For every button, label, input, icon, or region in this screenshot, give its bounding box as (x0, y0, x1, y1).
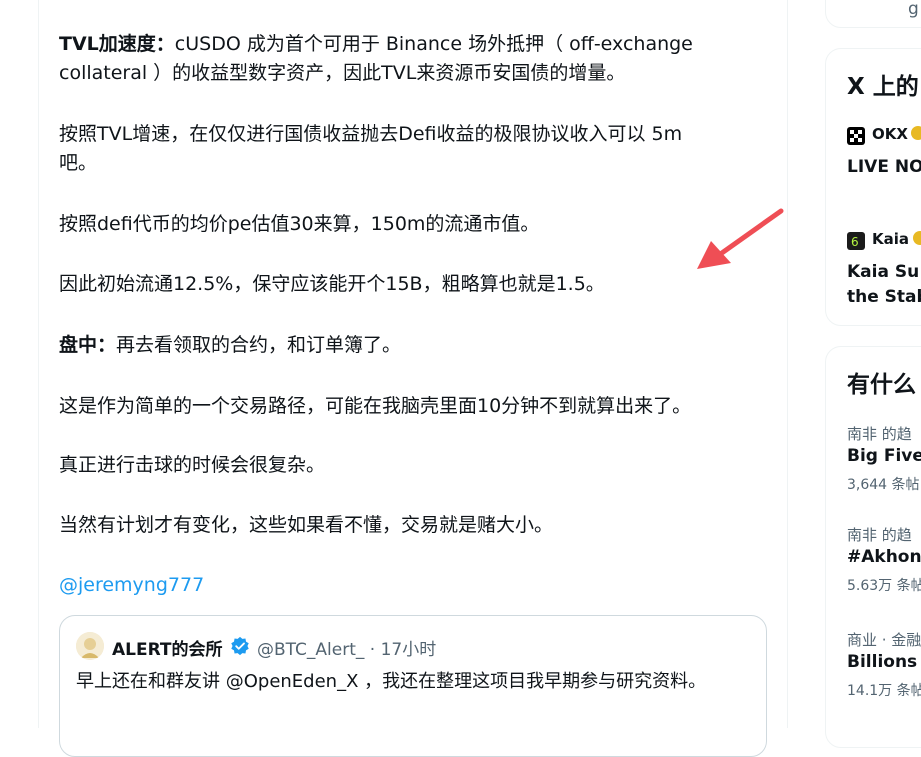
account-name: OKX (872, 125, 908, 143)
annotation-arrow (697, 208, 784, 269)
trend-title: Big Five (847, 446, 921, 466)
trend-count: 14.1万 条帖 (847, 683, 921, 699)
live-card-heading: X 上的 (847, 74, 919, 100)
sidebar-top-card[interactable]: g (825, 0, 921, 28)
post-text-line: 再去看领取的合约，和订单簿了。 (116, 334, 402, 356)
quoted-post-card[interactable]: ALERT的会所 @BTC_Alert_ · 17小时 早上还在和群友讲 @Op… (59, 615, 767, 757)
sidebar-top-text: g (908, 0, 919, 19)
post-bold-label: 盘中： (59, 334, 117, 356)
trend-item[interactable]: 南非 的趋 Big Five 3,644 条帖 (826, 419, 921, 499)
verified-badge-icon (231, 636, 249, 656)
post-bold-label: TVL加速度： (59, 33, 175, 55)
trend-item[interactable]: 南非 的趋 #Akhona 5.63万 条帖 (826, 520, 921, 600)
trends-heading: 有什么 (847, 372, 916, 398)
quote-author-name[interactable]: ALERT的会所 (112, 635, 223, 660)
post-paragraph-2: 按照TVL增速，在仅仅进行国债收益抛去Defi收益的极限协议收入可以 5m 吧。 (59, 120, 769, 178)
post-paragraph-3: 按照defi代币的均价pe估值30来算，150m的流通市值。 (59, 213, 540, 235)
post-text-line: 按照TVL增速，在仅仅进行国债收益抛去Defi收益的极限协议收入可以 5m (59, 123, 683, 145)
avatar[interactable] (76, 632, 104, 660)
trend-category: 商业 · 金融 (847, 631, 921, 649)
avatar-image (76, 632, 104, 660)
post-text-line: collateral ）的收益型数字资产，因此TVL来资源币安国债的增量。 (59, 62, 626, 84)
post-text-line: 吧。 (59, 152, 98, 174)
gold-verified-icon (913, 231, 921, 245)
trend-count: 5.63万 条帖 (847, 578, 921, 594)
main-column: TVL加速度：cUSDO 成为首个可用于 Binance 场外抵押（ off-e… (38, 0, 788, 757)
post-paragraph-7: 真正进行击球的时候会很复杂。 (59, 454, 326, 476)
post-paragraph-6: 这是作为简单的一个交易路径，可能在我脑壳里面10分钟不到就算出来了。 (59, 395, 692, 417)
trends-card: 有什么 南非 的趋 Big Five 3,644 条帖 南非 的趋 #Akhon… (825, 346, 921, 748)
okx-logo-icon (847, 127, 865, 145)
live-item-okx[interactable]: OKX LIVE NO (847, 124, 921, 214)
gold-verified-icon (911, 126, 921, 140)
post-paragraph-4: 因此初始流通12.5%，保守应该能开个15B，粗略算也就是1.5。 (59, 273, 605, 295)
live-item-text: LIVE NO (847, 157, 921, 177)
trend-count: 3,644 条帖 (847, 477, 920, 493)
mention-link[interactable]: @jeremyng777 (59, 571, 769, 600)
post-text-line: cUSDO 成为首个可用于 Binance 场外抵押（ off-exchange (174, 33, 693, 55)
trend-item[interactable]: 商业 · 金融 Billions 14.1万 条帖 (826, 625, 921, 705)
kaia-logo-icon: 6 (847, 232, 865, 250)
quote-text: 早上还在和群友讲 @OpenEden_X ，我还在整理这项目我早期参与研究资料。 (76, 671, 707, 692)
post-paragraph-5: 盘中：再去看领取的合约，和订单簿了。 (59, 331, 769, 360)
live-item-kaia[interactable]: 6 Kaia Kaia Su the Stab (847, 229, 921, 319)
post-paragraph-8: 当然有计划才有变化，这些如果看不懂，交易就是赌大小。 (59, 514, 554, 536)
quote-author-handle[interactable]: @BTC_Alert_ · 17小时 (257, 635, 436, 660)
live-item-text: Kaia Su (847, 262, 920, 282)
svg-text:6: 6 (851, 235, 859, 249)
trend-title: #Akhona (847, 547, 921, 567)
trend-category: 南非 的趋 (847, 526, 912, 544)
live-on-x-card: X 上的 OKX LIVE NO 6 Kaia Kaia Su the Stab (825, 48, 921, 326)
trend-category: 南非 的趋 (847, 425, 912, 443)
account-name: Kaia (872, 230, 910, 248)
live-item-text-2: the Stab (847, 287, 921, 307)
trend-title: Billions (847, 652, 918, 672)
post-paragraph-1: TVL加速度：cUSDO 成为首个可用于 Binance 场外抵押（ off-e… (59, 30, 769, 88)
